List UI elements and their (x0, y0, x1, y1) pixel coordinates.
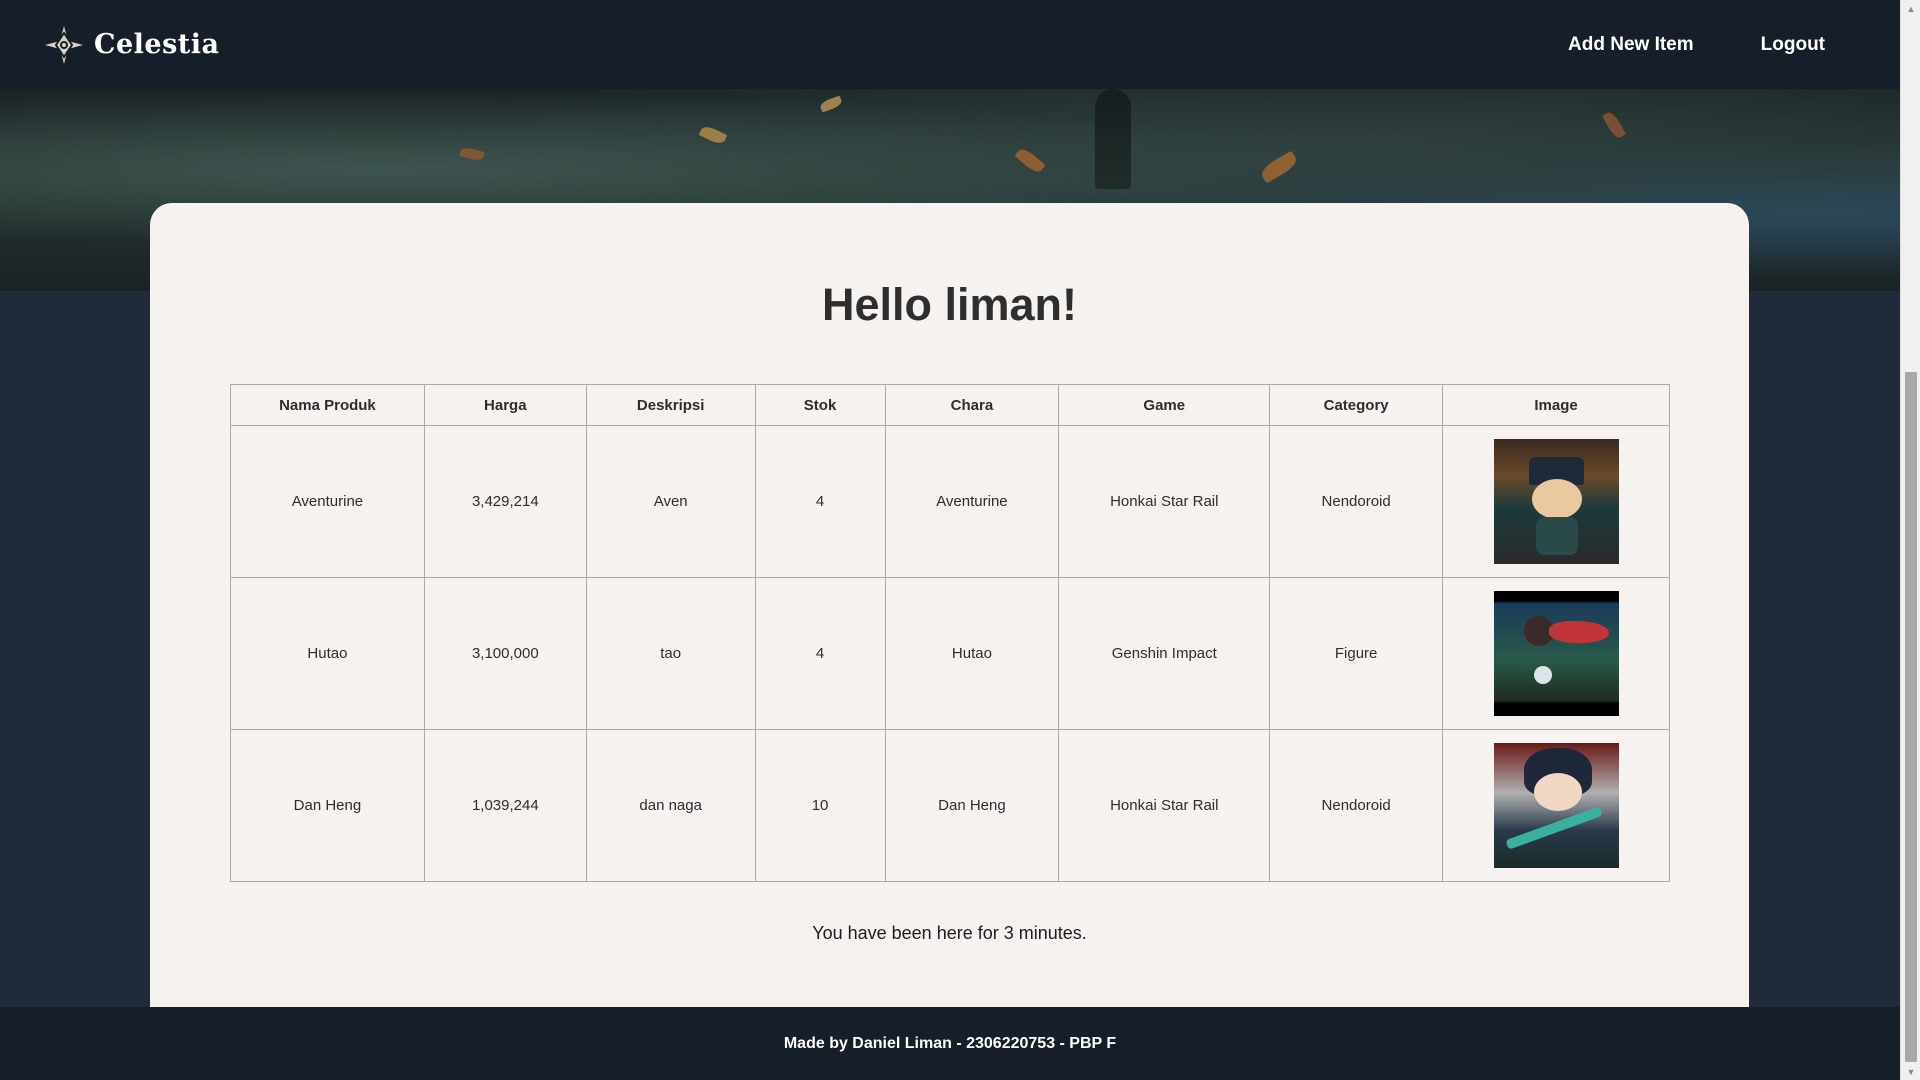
logout-link[interactable]: Logout (1761, 34, 1825, 56)
footer: Made by Daniel Liman - 2306220753 - PBP … (0, 1007, 1900, 1080)
cell-image (1442, 425, 1670, 578)
header-chara: Chara (884, 384, 1060, 426)
cell-stok: 4 (754, 577, 886, 730)
cell-stok: 10 (754, 729, 886, 882)
header-harga: Harga (423, 384, 587, 426)
leaf-fleck (1014, 145, 1046, 176)
header-nama-produk: Nama Produk (230, 384, 425, 426)
cell-image (1442, 729, 1670, 882)
products-table: Nama Produk Harga Deskripsi Stok Chara G… (230, 384, 1670, 882)
cell-harga: 3,100,000 (423, 577, 587, 730)
cell-game: Honkai Star Rail (1058, 729, 1271, 882)
cell-category: Nendoroid (1269, 729, 1444, 882)
nav-links: Add New Item Logout (1501, 34, 1825, 56)
scrollbar-thumb[interactable] (1905, 372, 1917, 1062)
header-stok: Stok (754, 384, 886, 426)
cell-deskripsi: tao (585, 577, 756, 730)
leaf-fleck (698, 124, 728, 146)
session-timer: You have been here for 3 minutes. (812, 923, 1087, 943)
cell-game: Genshin Impact (1058, 577, 1271, 730)
brand[interactable]: Celestia (44, 25, 220, 65)
cell-chara: Aventurine (884, 425, 1060, 578)
leaf-fleck (1258, 150, 1300, 184)
table-header-row: Nama Produk Harga Deskripsi Stok Chara G… (230, 384, 1670, 426)
leaf-fleck (1601, 109, 1627, 141)
vertical-scrollbar[interactable]: ▲ ▼ (1900, 0, 1920, 1080)
cell-stok: 4 (754, 425, 886, 578)
table-row: Hutao 3,100,000 tao 4 Hutao Genshin Impa… (230, 577, 1670, 730)
greeting-heading: Hello liman! (821, 279, 1078, 330)
add-new-item-link[interactable]: Add New Item (1568, 34, 1694, 56)
leaf-fleck (459, 146, 485, 162)
cell-deskripsi: dan naga (585, 729, 756, 882)
scroll-down-arrow-icon[interactable]: ▼ (1901, 1063, 1920, 1080)
leaf-fleck (818, 95, 844, 113)
product-image (1493, 743, 1619, 868)
scroll-up-arrow-icon[interactable]: ▲ (1901, 0, 1920, 17)
product-image (1493, 591, 1619, 716)
table-row: Aventurine 3,429,214 Aven 4 Aventurine H… (230, 425, 1670, 578)
brand-name: Celestia (94, 29, 220, 60)
header-image: Image (1442, 384, 1670, 426)
cell-harga: 3,429,214 (423, 425, 587, 578)
table-row: Dan Heng 1,039,244 dan naga 10 Dan Heng … (230, 729, 1670, 882)
header-deskripsi: Deskripsi (585, 384, 756, 426)
header-game: Game (1058, 384, 1271, 426)
header-category: Category (1269, 384, 1444, 426)
cell-harga: 1,039,244 (423, 729, 587, 882)
compass-star-icon (45, 25, 83, 64)
product-image (1493, 439, 1619, 564)
cell-deskripsi: Aven (585, 425, 756, 578)
cell-game: Honkai Star Rail (1058, 425, 1271, 578)
cell-category: Figure (1269, 577, 1444, 730)
cell-chara: Dan Heng (884, 729, 1060, 882)
cell-chara: Hutao (884, 577, 1060, 730)
cell-nama-produk: Dan Heng (230, 729, 425, 882)
cell-image (1442, 577, 1670, 730)
footer-credit: Made by Daniel Liman - 2306220753 - PBP … (783, 1034, 1117, 1052)
cell-category: Nendoroid (1269, 425, 1444, 578)
top-navbar: Celestia Add New Item Logout (0, 0, 1900, 89)
cell-nama-produk: Hutao (230, 577, 425, 730)
hero-silhouette (1095, 89, 1131, 189)
cell-nama-produk: Aventurine (230, 425, 425, 578)
content-card: Hello liman! Nama Produk Harga Deskripsi… (150, 203, 1749, 1007)
